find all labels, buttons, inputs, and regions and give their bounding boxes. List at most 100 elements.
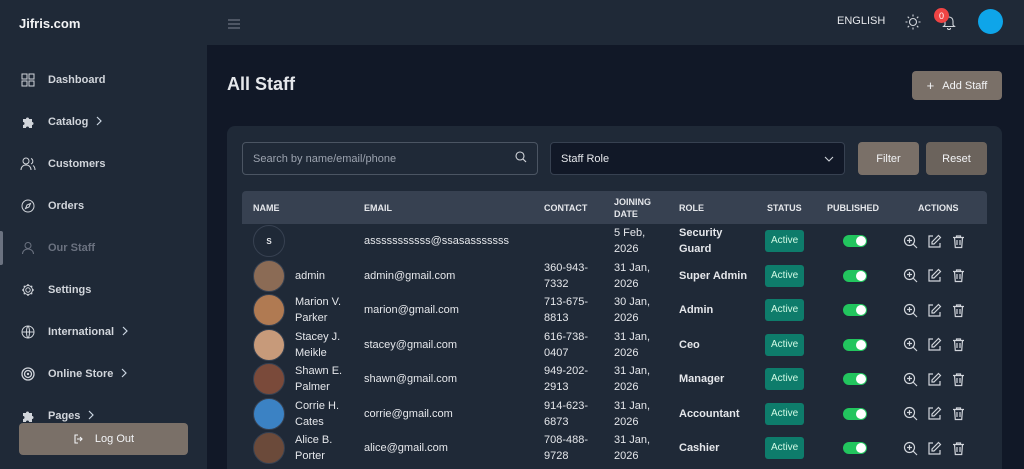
- th-name[interactable]: NAME: [253, 191, 280, 224]
- th-email[interactable]: EMAIL: [364, 191, 392, 224]
- staff-email: corrie@gmail.com: [364, 407, 453, 420]
- staff-email: admin@gmail.com: [364, 269, 456, 282]
- notification-badge: 0: [934, 8, 949, 23]
- edit-icon[interactable]: [926, 371, 942, 387]
- avatar: [253, 294, 285, 326]
- table-header: NAME EMAIL CONTACT JOINING DATE ROLE STA…: [242, 191, 987, 224]
- sidebar-item-customers[interactable]: Customers: [0, 143, 207, 185]
- search-input[interactable]: [253, 152, 515, 165]
- avatar: S: [253, 225, 285, 257]
- staff-role: Security Guard: [679, 227, 723, 256]
- published-toggle[interactable]: [843, 373, 867, 386]
- edit-icon[interactable]: [926, 406, 942, 422]
- th-contact[interactable]: CONTACT: [544, 191, 587, 224]
- edit-icon[interactable]: [926, 337, 942, 353]
- chevron-right-icon: [122, 326, 128, 339]
- status-badge: Active: [765, 264, 805, 287]
- sidebar-item-label: Customers: [48, 158, 106, 170]
- trash-icon[interactable]: [950, 268, 966, 284]
- row-actions: [902, 406, 966, 422]
- staff-contact: 616-738-0407: [544, 330, 589, 359]
- filter-button[interactable]: Filter: [858, 142, 919, 175]
- th-status[interactable]: STATUS: [767, 191, 802, 224]
- trash-icon[interactable]: [950, 233, 966, 249]
- language-selector[interactable]: ENGLISH: [837, 15, 885, 27]
- logout-button[interactable]: Log Out: [19, 423, 188, 455]
- sidebar-item-international[interactable]: International: [0, 311, 207, 353]
- staff-role-select[interactable]: Staff Role: [550, 142, 845, 175]
- staff-email: marion@gmail.com: [364, 304, 459, 317]
- zoom-in-icon[interactable]: [902, 302, 918, 318]
- chevron-right-icon: [121, 368, 128, 381]
- th-published[interactable]: PUBLISHED: [827, 191, 879, 224]
- published-toggle[interactable]: [843, 304, 867, 317]
- sidebar-item-online-store[interactable]: Online Store: [0, 353, 207, 395]
- brand-logo[interactable]: Jifris.com: [19, 16, 80, 31]
- staff-email: stacey@gmail.com: [364, 338, 458, 351]
- published-cell: [843, 397, 873, 432]
- trash-icon[interactable]: [950, 440, 966, 456]
- zoom-in-icon[interactable]: [902, 268, 918, 284]
- actions-cell: [902, 362, 972, 397]
- chevron-right-icon: [88, 410, 95, 423]
- sidebar-item-catalog[interactable]: Catalog: [0, 101, 207, 143]
- staff-name: Alice B. Porter: [295, 434, 333, 463]
- actions-cell: [902, 328, 972, 363]
- sidebar-item-settings[interactable]: Settings: [0, 269, 207, 311]
- zoom-in-icon[interactable]: [902, 440, 918, 456]
- zoom-in-icon[interactable]: [902, 337, 918, 353]
- staff-role-value: Staff Role: [561, 152, 610, 165]
- status-badge: Active: [765, 230, 805, 253]
- row-actions: [902, 268, 966, 284]
- published-toggle[interactable]: [843, 269, 867, 282]
- sidebar-item-orders[interactable]: Orders: [0, 185, 207, 227]
- table-body: Sasssssssssss@ssasasssssss 5 Feb, 2026 Sec…: [242, 224, 987, 466]
- staff-contact: 360-943-7332: [544, 261, 589, 290]
- logout-icon: [73, 433, 85, 445]
- trash-icon[interactable]: [950, 337, 966, 353]
- status-cell: Active: [765, 397, 825, 432]
- staff-name: [295, 224, 357, 259]
- zoom-in-icon[interactable]: [902, 406, 918, 422]
- sidebar-item-our-staff[interactable]: Our Staff: [0, 227, 207, 269]
- th-role[interactable]: ROLE: [679, 191, 704, 224]
- search-box[interactable]: [242, 142, 538, 175]
- published-toggle[interactable]: [843, 407, 867, 420]
- th-joining-date[interactable]: JOINING DATE: [614, 191, 660, 224]
- zoom-in-icon[interactable]: [902, 233, 918, 249]
- row-actions: [902, 302, 966, 318]
- trash-icon[interactable]: [950, 371, 966, 387]
- published-cell: [843, 293, 873, 328]
- hamburger-icon[interactable]: [228, 18, 240, 32]
- reset-button[interactable]: Reset: [926, 142, 987, 175]
- joining-date: 30 Jan, 2026: [614, 296, 651, 325]
- trash-icon[interactable]: [950, 406, 966, 422]
- th-actions: ACTIONS: [918, 202, 959, 213]
- published-toggle[interactable]: [843, 235, 867, 248]
- edit-icon[interactable]: [926, 302, 942, 318]
- published-toggle[interactable]: [843, 338, 867, 351]
- trash-icon[interactable]: [950, 302, 966, 318]
- plus-icon: +: [926, 78, 935, 93]
- staff-email: alice@gmail.com: [364, 442, 448, 455]
- staff-name: Marion V. Parker: [295, 296, 342, 325]
- user-avatar[interactable]: [978, 9, 1003, 34]
- chevron-down-icon: [824, 153, 834, 165]
- sidebar-item-dashboard[interactable]: Dashboard: [0, 59, 207, 101]
- sidebar: Jifris.com Dashboard Catalog Customers Orde…: [0, 0, 207, 469]
- status-badge: Active: [765, 368, 805, 391]
- search-icon[interactable]: [515, 151, 527, 166]
- edit-icon[interactable]: [926, 268, 942, 284]
- status-badge: Active: [765, 299, 805, 322]
- staff-role: Cashier: [679, 442, 720, 455]
- status-badge: Active: [765, 437, 805, 460]
- published-toggle[interactable]: [843, 442, 867, 455]
- sidebar-item-label: Online Store: [48, 368, 114, 380]
- zoom-in-icon[interactable]: [902, 371, 918, 387]
- edit-icon[interactable]: [926, 233, 942, 249]
- sun-icon[interactable]: [905, 14, 921, 33]
- add-staff-button[interactable]: + Add Staff: [912, 71, 1002, 100]
- joining-date: 31 Jan, 2026: [614, 434, 651, 463]
- edit-icon[interactable]: [926, 440, 942, 456]
- status-cell: Active: [765, 293, 825, 328]
